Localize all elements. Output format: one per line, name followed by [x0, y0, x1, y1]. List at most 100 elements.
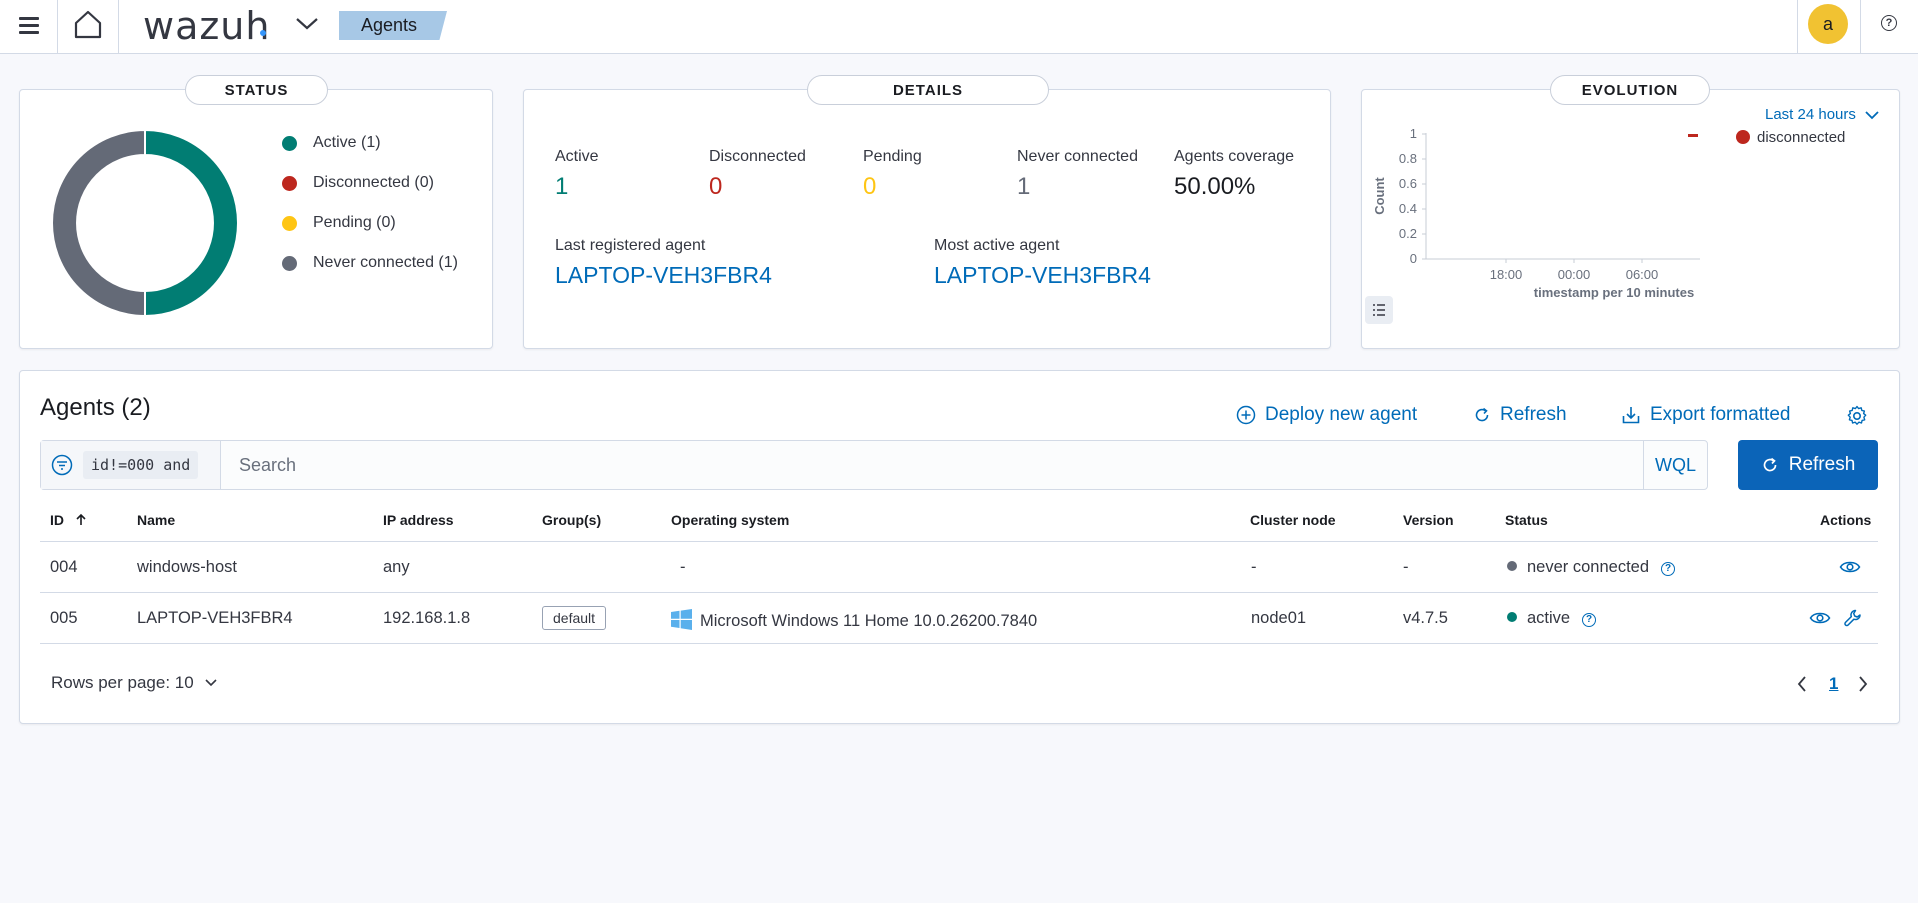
breadcrumb-agents[interactable]: Agents	[339, 11, 447, 40]
column-header-label: ID	[50, 512, 64, 528]
home-icon[interactable]	[72, 8, 104, 42]
donut-slice-active[interactable]	[144, 128, 239, 318]
list-icon	[1373, 304, 1385, 316]
y-tick-label: 0	[1410, 251, 1417, 266]
user-avatar[interactable]: a	[1808, 4, 1848, 44]
legend-dot-disconnected	[1736, 130, 1750, 144]
chevron-down-icon[interactable]	[294, 12, 320, 34]
legend-dot	[282, 215, 297, 231]
y-axis-title: Count	[1372, 177, 1387, 215]
next-page-chevron-icon[interactable]	[1857, 675, 1869, 698]
wql-button[interactable]: WQL	[1643, 441, 1707, 489]
cell-status: never connected?	[1507, 558, 1676, 577]
query-prefix-text: id!=000 and	[83, 451, 199, 479]
cell-version: -	[1403, 558, 1409, 576]
column-header-operating-system[interactable]: Operating system	[671, 512, 789, 528]
eye-icon[interactable]	[1839, 559, 1861, 580]
column-header-status[interactable]: Status	[1505, 512, 1548, 528]
gear-icon[interactable]	[1846, 405, 1868, 432]
stat-value-active[interactable]: 1	[555, 173, 568, 201]
filter-icon[interactable]	[51, 454, 73, 476]
column-header-name[interactable]: Name	[137, 512, 175, 528]
refresh-button[interactable]: Refresh	[1738, 440, 1878, 490]
cell-os: Microsoft Windows 11 Home 10.0.26200.784…	[671, 609, 1037, 631]
wazuh-logo[interactable]: wazuh	[143, 4, 270, 48]
page-number-current[interactable]: 1	[1829, 674, 1838, 694]
cell-id: 004	[50, 558, 78, 576]
evolution-panel: EVOLUTION Last 24 hours 1 0.8 0.6 0.4 0.…	[1361, 75, 1900, 349]
column-header-version[interactable]: Version	[1403, 512, 1454, 528]
y-tick-label: 1	[1410, 126, 1417, 141]
previous-page-chevron-icon[interactable]	[1796, 675, 1808, 698]
hamburger-menu-icon[interactable]	[16, 12, 42, 38]
cell-status: active?	[1507, 609, 1597, 628]
stat-value-coverage: 50.00%	[1174, 173, 1256, 200]
status-donut-chart	[51, 128, 239, 318]
search-input[interactable]	[231, 442, 1681, 488]
os-name: Microsoft Windows 11 Home 10.0.26200.784…	[700, 612, 1038, 630]
help-icon[interactable]: ?	[1582, 612, 1597, 627]
column-header-actions: Actions	[1820, 512, 1872, 528]
x-tick-label: 00:00	[1558, 267, 1591, 282]
table-divider	[40, 592, 1878, 593]
x-tick-label: 06:00	[1626, 267, 1659, 282]
cell-id: 005	[50, 609, 78, 627]
cell-version: v4.7.5	[1403, 609, 1448, 627]
column-header-id[interactable]: ID	[50, 512, 88, 528]
cell-cluster: -	[1251, 558, 1257, 576]
logo-dot	[260, 30, 266, 36]
windows-logo-icon	[671, 609, 692, 630]
wrench-icon[interactable]	[1843, 608, 1863, 633]
group-badge[interactable]: default	[542, 606, 607, 630]
legend-label: Disconnected (0)	[313, 174, 434, 191]
status-dot	[1507, 561, 1517, 571]
stat-value-disconnected[interactable]: 0	[709, 173, 722, 201]
chevron-down-icon	[205, 679, 217, 687]
column-header-cluster-node[interactable]: Cluster node	[1250, 512, 1336, 528]
search-bar: id!=000 and WQL	[40, 440, 1708, 490]
eye-icon[interactable]	[1809, 610, 1831, 631]
deploy-label: Deploy new agent	[1265, 404, 1418, 425]
status-dot	[1507, 612, 1517, 622]
disconnected-series-mark	[1688, 134, 1698, 137]
column-header-ip-address[interactable]: IP address	[383, 512, 454, 528]
plus-circle-icon	[1236, 405, 1256, 425]
cell-ip: 192.168.1.8	[383, 609, 471, 627]
legend-dot	[282, 175, 297, 191]
legend-item-pending[interactable]: Pending (0)	[282, 214, 396, 232]
status-label: active	[1527, 609, 1571, 627]
help-icon[interactable]: ?	[1661, 561, 1676, 576]
legend-label-disconnected[interactable]: disconnected	[1757, 129, 1845, 146]
status-panel: STATUS Active (1) Disconnected (0) Pendi…	[19, 75, 493, 349]
divider	[1860, 0, 1861, 53]
legend-item-active[interactable]: Active (1)	[282, 134, 381, 152]
column-header-groups[interactable]: Group(s)	[542, 512, 601, 528]
divider	[1797, 0, 1798, 53]
agents-title: Agents (2)	[40, 394, 151, 421]
stat-label-disconnected: Disconnected	[709, 148, 806, 165]
help-icon[interactable]: ?	[1881, 15, 1897, 31]
download-icon	[1622, 407, 1640, 424]
legend-item-disconnected[interactable]: Disconnected (0)	[282, 174, 434, 192]
stat-label-active: Active	[555, 148, 599, 165]
stat-value-never-connected[interactable]: 1	[1017, 173, 1030, 201]
last-registered-agent-link[interactable]: LAPTOP-VEH3FBR4	[555, 262, 772, 289]
x-tick-label: 18:00	[1490, 267, 1523, 282]
status-panel-title: STATUS	[185, 75, 328, 105]
y-tick-label: 0.4	[1399, 201, 1417, 216]
agents-table-panel	[19, 370, 1900, 724]
export-formatted-button[interactable]: Export formatted	[1621, 404, 1790, 426]
refresh-link-label: Refresh	[1500, 404, 1567, 425]
rows-per-page-label: Rows per page: 10	[51, 673, 194, 692]
donut-slice-never-connected[interactable]	[51, 128, 146, 318]
divider	[57, 0, 58, 53]
legend-dot	[282, 135, 297, 151]
legend-item-never-connected[interactable]: Never connected (1)	[282, 254, 458, 272]
stat-value-pending[interactable]: 0	[863, 173, 876, 201]
refresh-link-button[interactable]: Refresh	[1473, 404, 1567, 426]
most-active-agent-link[interactable]: LAPTOP-VEH3FBR4	[934, 262, 1151, 289]
status-label: never connected	[1527, 558, 1650, 576]
legend-toggle-button[interactable]	[1365, 296, 1393, 324]
deploy-new-agent-button[interactable]: Deploy new agent	[1236, 404, 1417, 426]
rows-per-page-selector[interactable]: Rows per page: 10	[51, 673, 218, 693]
